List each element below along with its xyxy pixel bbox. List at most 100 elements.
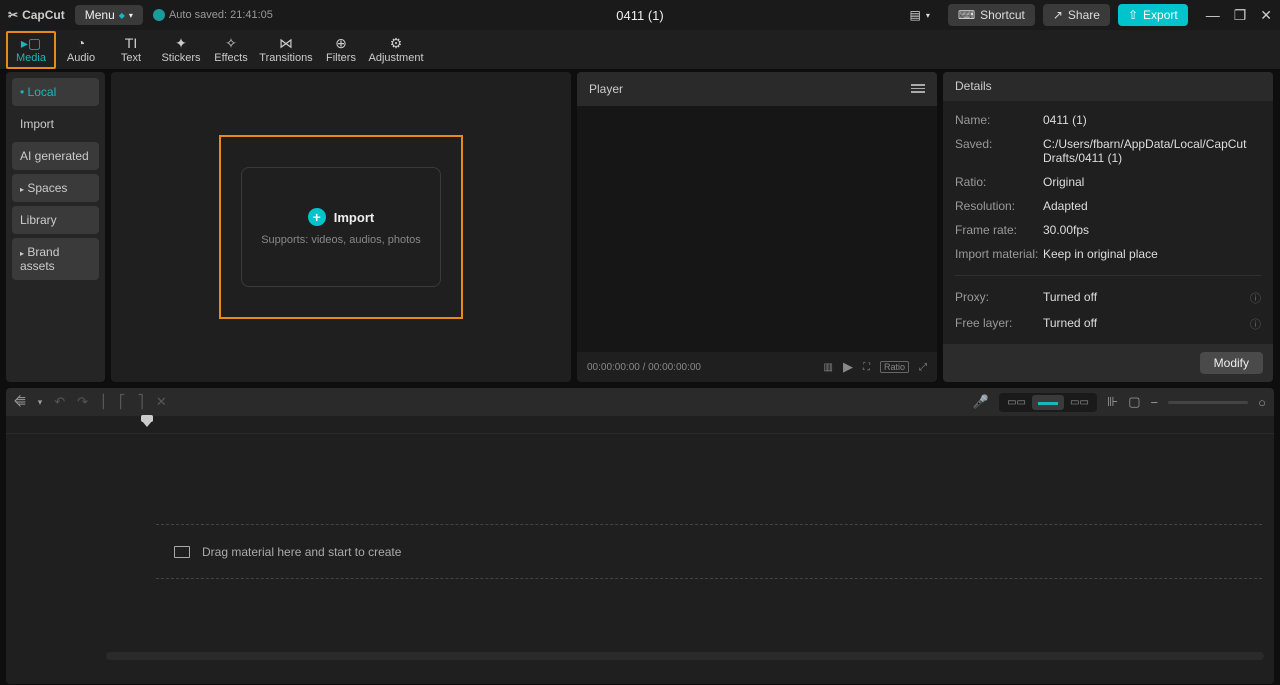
text-icon: TI (125, 36, 137, 50)
info-icon[interactable]: ⓘ (1250, 316, 1261, 332)
menu-label: Menu (85, 8, 115, 22)
tab-transitions[interactable]: ⋈ Transitions (256, 31, 316, 69)
split-tool[interactable]: ⎮ (100, 394, 107, 410)
sidebar-item-label: Import (20, 117, 54, 131)
sidebar-item-ai[interactable]: AI generated (12, 142, 99, 170)
preview-button[interactable]: ▢ (1128, 394, 1140, 410)
tab-label: Adjustment (368, 52, 423, 64)
tab-filters[interactable]: ⊕ Filters (316, 31, 366, 69)
detail-label-freelayer: Free layer: (955, 316, 1043, 332)
detail-label-name: Name: (955, 113, 1043, 127)
mode-default[interactable]: ▬▬ (1032, 395, 1064, 410)
sidebar-item-label: Library (20, 213, 57, 227)
detail-value-ratio: Original (1043, 175, 1261, 189)
detail-label-saved: Saved: (955, 137, 1043, 165)
chevron-down-icon: ▾ (129, 11, 133, 20)
tab-text[interactable]: TI Text (106, 31, 156, 69)
layout-button[interactable]: ▤ ▾ (899, 4, 939, 26)
close-button[interactable]: ✕ (1260, 7, 1272, 24)
tab-label: Stickers (161, 52, 200, 64)
timeline-drop-hint: Drag material here and start to create (156, 524, 1262, 579)
mode-expand[interactable]: ▭▭ (1064, 395, 1095, 410)
sidebar-item-spaces[interactable]: ▸ Spaces (12, 174, 99, 202)
detail-label-framerate: Frame rate: (955, 223, 1043, 237)
tab-label: Effects (214, 52, 247, 64)
tab-effects[interactable]: ✧ Effects (206, 31, 256, 69)
modify-button[interactable]: Modify (1200, 352, 1263, 374)
timeline-tracks[interactable]: Drag material here and start to create (6, 434, 1274, 664)
transitions-icon: ⋈ (279, 36, 293, 50)
sidebar-item-brand[interactable]: ▸ Brand assets (12, 238, 99, 280)
export-button[interactable]: ⇧ Export (1118, 4, 1188, 26)
modify-row: Modify (943, 344, 1273, 382)
import-dropzone[interactable]: + Import Supports: videos, audios, photo… (241, 167, 441, 287)
play-button[interactable]: ▶ (843, 359, 853, 375)
details-header: Details (943, 72, 1273, 101)
player-controls: 00:00:00:00 / 00:00:00:00 ▥ ▶ ⛶ Ratio ⤢ (577, 352, 937, 382)
shortcut-button[interactable]: ⌨ Shortcut (948, 4, 1035, 26)
redo-button[interactable]: ↷ (77, 394, 88, 410)
share-label: Share (1068, 8, 1100, 22)
detail-label-ratio: Ratio: (955, 175, 1043, 189)
share-button[interactable]: ↗ Share (1043, 4, 1110, 26)
undo-button[interactable]: ↶ (54, 394, 65, 410)
adjustment-icon: ⚙ (390, 36, 403, 50)
track-mode-toggle[interactable]: ▭▭ ▬▬ ▭▭ (999, 393, 1097, 412)
player-menu-icon[interactable] (911, 84, 925, 93)
scan-icon[interactable]: ⛶ (863, 362, 870, 373)
chevron-down-icon[interactable]: ▾ (38, 397, 43, 408)
app-logo: ✂ CapCut (8, 8, 65, 22)
mode-collapse[interactable]: ▭▭ (1001, 395, 1032, 410)
tab-media[interactable]: ▸▢ Media (6, 31, 56, 69)
ratio-button[interactable]: Ratio (880, 361, 909, 373)
detail-value-name: 0411 (1) (1043, 113, 1261, 127)
trim-left-tool[interactable]: ⎡ (119, 394, 126, 410)
project-title: 0411 (1) (616, 8, 663, 23)
timeline-ruler[interactable] (6, 416, 1274, 434)
zoom-out-button[interactable]: − (1151, 395, 1159, 410)
import-highlight: + Import Supports: videos, audios, photo… (219, 135, 463, 319)
detail-value-resolution: Adapted (1043, 199, 1261, 213)
filters-icon: ⊕ (335, 36, 347, 50)
sidebar-item-label: AI generated (20, 149, 89, 163)
info-icon[interactable]: ⓘ (1250, 290, 1261, 306)
export-label: Export (1143, 8, 1178, 22)
compare-icon[interactable]: ▥ (824, 362, 833, 373)
timeline-toolbar: ⭅ ▾ ↶ ↷ ⎮ ⎡ ⎤ ✕ 🎤 ▭▭ ▬▬ ▭▭ ⊪ ▢ − ○ (6, 388, 1274, 416)
sidebar-item-library[interactable]: Library (12, 206, 99, 234)
detail-value-freelayer: Turned off (1043, 316, 1250, 332)
magnet-button[interactable]: ⊪ (1107, 394, 1118, 410)
chevron-right-icon: ▸ (20, 249, 24, 258)
trim-right-tool[interactable]: ⎤ (137, 394, 144, 410)
tab-adjustment[interactable]: ⚙ Adjustment (366, 31, 426, 69)
player-viewport (577, 106, 937, 352)
tab-audio[interactable]: ◔ Audio (56, 31, 106, 69)
delete-tool[interactable]: ✕ (156, 394, 167, 410)
sidebar-item-import[interactable]: Import (12, 110, 99, 138)
sidebar-item-local[interactable]: • Local (12, 78, 99, 106)
zoom-slider[interactable] (1168, 401, 1248, 404)
minimize-button[interactable]: — (1206, 7, 1220, 24)
player-title: Player (589, 82, 623, 96)
timeline-scrollbar[interactable] (106, 652, 1264, 660)
player-time: 00:00:00:00 / 00:00:00:00 (587, 362, 701, 373)
media-panel: + Import Supports: videos, audios, photo… (111, 72, 571, 382)
zoom-in-button[interactable]: ○ (1258, 395, 1266, 410)
maximize-button[interactable]: ❐ (1234, 7, 1247, 24)
mic-button[interactable]: 🎤 (973, 394, 989, 410)
logo-icon: ✂ (8, 8, 18, 22)
media-sidebar: • Local Import AI generated ▸ Spaces Lib… (6, 72, 105, 382)
menu-button[interactable]: Menu ◆ ▾ (75, 5, 143, 25)
detail-value-framerate: 30.00fps (1043, 223, 1261, 237)
detail-label-resolution: Resolution: (955, 199, 1043, 213)
shortcut-label: Shortcut (980, 8, 1025, 22)
pointer-tool[interactable]: ⭅ (14, 394, 26, 410)
tab-label: Transitions (259, 52, 312, 64)
timeline: Drag material here and start to create (6, 416, 1274, 684)
content-row: • Local Import AI generated ▸ Spaces Lib… (0, 72, 1280, 382)
playhead[interactable] (146, 416, 148, 434)
tab-stickers[interactable]: ✦ Stickers (156, 31, 206, 69)
main-tabs: ▸▢ Media ◔ Audio TI Text ✦ Stickers ✧ Ef… (0, 30, 1280, 70)
tab-label: Filters (326, 52, 356, 64)
fullscreen-icon[interactable]: ⤢ (919, 362, 927, 373)
